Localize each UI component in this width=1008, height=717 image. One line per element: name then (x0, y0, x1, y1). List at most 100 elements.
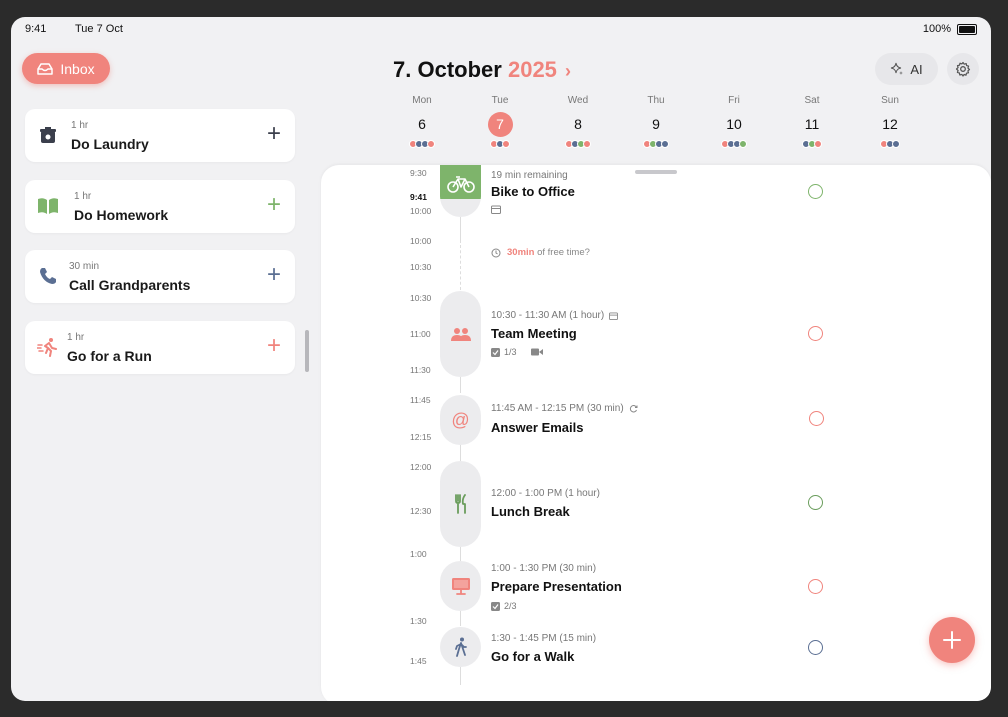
day-column-sat[interactable]: Sat 11 (792, 95, 832, 148)
event-pill (440, 627, 481, 667)
weekday-name: Sun (881, 95, 899, 106)
inbox-task-card[interactable]: 1 hr Do Homework + (25, 180, 295, 233)
task-title: Call Grandparents (69, 277, 191, 293)
day-column-sun[interactable]: Sun 12 (870, 95, 910, 148)
weekday-name: Mon (412, 95, 432, 106)
event-title: Team Meeting (491, 326, 577, 341)
event-pill (440, 561, 481, 611)
event-dot (502, 140, 510, 148)
timeline-connector (460, 375, 461, 393)
day-number: 10 (726, 116, 742, 132)
subtask-count: 2/3 (504, 601, 517, 611)
day-column-thu[interactable]: Thu 9 (636, 95, 676, 148)
free-time-suggestion[interactable]: 30min of free time? (491, 247, 590, 258)
event-subtitle: 11:45 AM - 12:15 PM (30 min) (491, 403, 638, 414)
at-sign-icon: @ (451, 409, 470, 430)
timeline-connector (460, 610, 461, 626)
tray-icon (37, 62, 54, 75)
day-column-fri[interactable]: Fri 10 (714, 95, 754, 148)
drag-handle[interactable] (635, 170, 677, 174)
clock-icon (491, 248, 501, 257)
event-dot (583, 140, 591, 148)
inbox-label: Inbox (60, 60, 95, 77)
weekday-name: Tue (491, 95, 509, 106)
task-duration: 30 min (69, 261, 100, 272)
day-column-wed[interactable]: Wed 8 (558, 95, 598, 148)
event-subtitle: 1:00 - 1:30 PM (30 min) (491, 563, 597, 574)
month-title[interactable]: 7. October 2025 › (393, 57, 571, 83)
day-number: 11 (804, 116, 820, 132)
day-of-month: 7. (393, 57, 412, 82)
event-meta (491, 205, 501, 214)
battery-percent: 100% (922, 23, 951, 35)
timeline-connector (460, 445, 461, 461)
ai-button[interactable]: AI (875, 53, 938, 85)
event-dots (870, 140, 910, 148)
inbox-task-card[interactable]: 1 hr Go for a Run + (25, 321, 295, 374)
add-task-button[interactable]: + (267, 263, 281, 287)
calendar-icon (609, 311, 619, 320)
event-dot (427, 140, 435, 148)
weekday-name: Fri (728, 95, 740, 106)
completion-checkbox[interactable] (808, 640, 823, 655)
event-dot (739, 140, 747, 148)
day-number: 6 (418, 116, 426, 132)
event-subtitle: 10:30 - 11:30 AM (1 hour) (491, 310, 619, 321)
status-time: 9:41 (25, 23, 47, 35)
repeat-icon (629, 405, 638, 413)
settings-button[interactable] (947, 53, 979, 85)
event-dots (402, 140, 442, 148)
completion-checkbox[interactable] (808, 184, 823, 199)
event-dot (661, 140, 669, 148)
free-time-minutes: 30min (507, 247, 535, 258)
add-task-button[interactable]: + (267, 193, 281, 217)
status-bar: 9:41 Tue 7 Oct 100% (25, 23, 977, 39)
weekday-name: Wed (567, 95, 589, 106)
monitor-icon (451, 578, 470, 595)
weekday-name: Thu (647, 95, 665, 106)
task-duration: 1 hr (71, 120, 89, 131)
completion-checkbox[interactable] (809, 411, 824, 426)
add-event-button[interactable] (929, 617, 975, 663)
runner-icon (37, 336, 59, 358)
day-column-mon[interactable]: Mon 6 (402, 95, 442, 148)
completion-checkbox[interactable] (808, 579, 823, 594)
event-dots (792, 140, 832, 148)
day-number: 9 (652, 116, 660, 132)
completion-checkbox[interactable] (808, 495, 823, 510)
add-task-button[interactable]: + (267, 334, 281, 358)
sidebar-scrollbar[interactable] (305, 330, 309, 372)
walking-icon (454, 637, 467, 657)
event-time: 10:30 - 11:30 AM (1 hour) (491, 310, 605, 321)
completion-checkbox[interactable] (808, 326, 823, 341)
inbox-task-card[interactable]: 30 min Call Grandparents + (25, 250, 295, 303)
event-pill (440, 165, 481, 217)
inbox-task-card[interactable]: 1 hr Do Laundry + (25, 109, 295, 162)
people-icon (450, 328, 471, 341)
battery-icon (957, 23, 977, 35)
event-title: Go for a Walk (491, 649, 575, 664)
task-title: Do Laundry (71, 136, 149, 152)
event-pill (440, 291, 481, 377)
event-title: Bike to Office (491, 184, 575, 199)
timeline-connector (460, 665, 461, 685)
fork-knife-icon (454, 494, 466, 514)
event-dots (480, 140, 520, 148)
phone-icon (37, 265, 59, 287)
event-pill: @ (440, 395, 481, 445)
battery-indicator: 100% (923, 23, 977, 35)
task-title: Go for a Run (67, 348, 152, 364)
timeline-connector (460, 545, 461, 561)
day-timeline[interactable]: 9:30 9:41 10:00 10:00 10:30 10:30 11:00 … (321, 165, 991, 701)
day-column-tue[interactable]: Tue 7 (480, 95, 520, 148)
time-label: 10:30 (410, 262, 432, 272)
month-name: October (417, 57, 502, 82)
event-title: Answer Emails (491, 420, 584, 435)
inbox-button[interactable]: Inbox (22, 53, 110, 84)
add-task-button[interactable]: + (267, 122, 281, 146)
chevron-right-icon: › (565, 61, 572, 81)
task-title: Do Homework (74, 207, 169, 223)
event-time: 11:45 AM - 12:15 PM (30 min) (491, 403, 624, 414)
event-pill (440, 461, 481, 547)
laundry-basket-icon (37, 124, 59, 146)
